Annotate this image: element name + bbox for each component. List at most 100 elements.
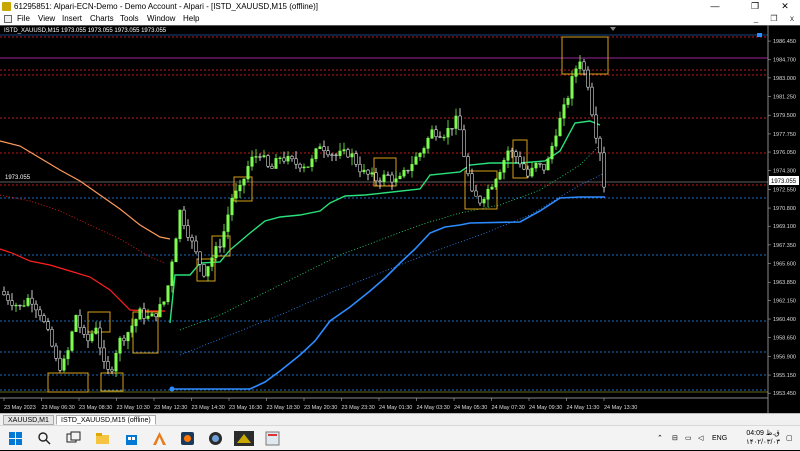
candle-body: [130, 325, 134, 333]
candle-body: [158, 304, 162, 317]
candle-body: [14, 304, 18, 307]
battery-icon[interactable]: ▭: [685, 426, 692, 451]
price-tick-label: 1967.350: [773, 243, 796, 249]
candle-body: [506, 150, 510, 161]
candle-body: [418, 153, 422, 158]
menu-window[interactable]: Window: [144, 13, 178, 25]
candle-body: [402, 169, 406, 177]
candle-body: [598, 137, 602, 154]
candle-body: [138, 308, 142, 320]
minimize-button[interactable]: —: [700, 0, 730, 13]
time-tick-label: 24 May 09:30: [529, 405, 562, 411]
price-tick-label: 1955.150: [773, 373, 796, 379]
candle-body: [502, 160, 506, 173]
chart-shift-marker[interactable]: [610, 27, 616, 31]
mdi-close-button[interactable]: x: [784, 13, 800, 25]
candle-body: [362, 169, 366, 173]
candle-body: [238, 184, 242, 192]
mdi-minimize-button[interactable]: _: [748, 13, 764, 25]
tab-xauusd-m1[interactable]: XAUUSD,M1: [3, 415, 54, 425]
chart-window-icon[interactable]: [4, 15, 12, 23]
candle-body: [266, 155, 270, 167]
camera-app-icon[interactable]: [180, 431, 195, 446]
candle-body: [366, 169, 370, 175]
network-icon[interactable]: ⊟: [672, 426, 678, 451]
menu-tools[interactable]: Tools: [117, 13, 142, 25]
candle-body: [302, 166, 306, 169]
candle-body: [582, 61, 586, 71]
candle-body: [574, 68, 578, 77]
candle-body: [122, 337, 126, 342]
tray-expand-icon[interactable]: ⌃: [657, 426, 663, 451]
menu-view[interactable]: View: [35, 13, 58, 25]
windows-start-icon[interactable]: [8, 431, 23, 446]
candle-body: [110, 369, 114, 372]
maximize-button[interactable]: ❐: [740, 0, 770, 13]
candle-body: [518, 156, 522, 165]
price-tick-label: 1956.900: [773, 354, 796, 360]
candle-body: [190, 237, 194, 242]
candle-body: [198, 251, 202, 265]
candle-body: [186, 225, 190, 238]
price-chart[interactable]: 1986.450 1984.700 1983.000 1981.250 1979.500…: [0, 25, 800, 413]
alpari-icon[interactable]: [234, 431, 254, 446]
tab-istd-xauusd-m15[interactable]: ISTD_XAUUSD,M15 (offline): [56, 415, 156, 425]
candle-body: [602, 152, 606, 188]
store-icon[interactable]: [124, 431, 139, 446]
candle-body: [482, 199, 486, 204]
volume-icon[interactable]: ◁: [698, 426, 703, 451]
time-tick-label: 23 May 12:30: [154, 405, 187, 411]
zone-boxes: [47, 36, 609, 393]
candle-body: [334, 154, 338, 156]
candle-body: [82, 327, 86, 335]
candle-body: [58, 358, 62, 371]
menu-insert[interactable]: Insert: [59, 13, 85, 25]
time-tick-label: 23 May 20:30: [304, 405, 337, 411]
window-title: 61295851: Alpari-ECN-Demo - Demo Account…: [14, 2, 318, 11]
candle-body: [446, 128, 450, 138]
price-tick-label: 1970.800: [773, 206, 796, 212]
candle-body: [294, 158, 298, 165]
candle-body: [470, 173, 474, 192]
task-view-icon[interactable]: [66, 431, 81, 446]
resistance-red-line-upper: [0, 194, 166, 264]
title-bar: 61295851: Alpari-ECN-Demo - Demo Account…: [0, 0, 800, 13]
candle-body: [66, 350, 70, 360]
time-tick-label: 24 May 01:30: [379, 405, 412, 411]
menu-help[interactable]: Help: [180, 13, 202, 25]
time-tick-label: 23 May 06:30: [42, 405, 75, 411]
menu-file[interactable]: File: [14, 13, 33, 25]
candle-body: [346, 149, 350, 158]
candle-body: [250, 156, 254, 167]
candle-body: [398, 175, 402, 179]
language-indicator[interactable]: ENG: [712, 426, 727, 451]
terminal-app-icon[interactable]: [265, 431, 280, 446]
app-a-icon[interactable]: [152, 431, 167, 446]
candle-body: [530, 167, 534, 177]
candle-body: [118, 337, 122, 354]
time-tick-label: 24 May 11:30: [567, 405, 600, 411]
notification-icon[interactable]: ▢: [786, 426, 793, 451]
candle-body: [450, 128, 454, 130]
candle-body: [390, 174, 394, 183]
candle-body: [542, 163, 546, 171]
menu-charts[interactable]: Charts: [87, 13, 117, 25]
zone-box: [100, 372, 124, 392]
price-tick-label: 1979.500: [773, 113, 796, 119]
candle-body: [114, 353, 118, 372]
candle-body: [438, 136, 442, 138]
time-tick-label: 24 May 05:30: [454, 405, 487, 411]
search-icon[interactable]: [37, 431, 52, 446]
candle-body: [286, 156, 290, 162]
clock[interactable]: 04:09 ق.ظ ۱۴۰۲/۰۳/۰۳: [746, 429, 780, 447]
current-price-label: 1973.055: [5, 175, 31, 181]
price-tick-label: 1960.400: [773, 317, 796, 323]
close-button[interactable]: ✕: [770, 0, 800, 13]
file-explorer-icon[interactable]: [95, 431, 110, 446]
candle-body: [166, 285, 170, 303]
photo-app-icon[interactable]: [208, 431, 223, 446]
candle-body: [26, 297, 30, 306]
support-blue-line: [172, 196, 605, 390]
candle-body: [350, 153, 354, 158]
mdi-restore-button[interactable]: ❐: [766, 13, 782, 25]
